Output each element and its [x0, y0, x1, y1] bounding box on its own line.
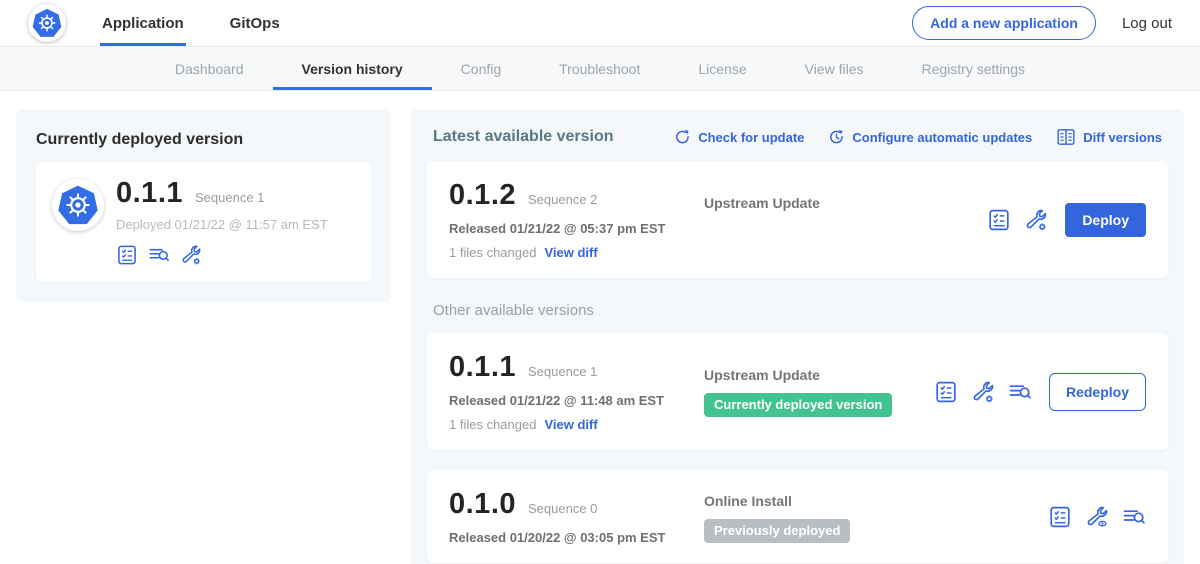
version-history-page: Currently deployed version 0.1.1 Sequenc… — [0, 91, 1200, 564]
version-card-0-1-2: 0.1.2 Sequence 2 Released 01/21/22 @ 05:… — [427, 161, 1168, 278]
subnav-item-version-history[interactable]: Version history — [273, 47, 432, 90]
schedule-update-icon — [828, 129, 845, 146]
app-header: Application GitOps Add a new application… — [0, 0, 1200, 46]
subnav-item-registry-settings[interactable]: Registry settings — [893, 47, 1054, 90]
diff-icon — [1056, 127, 1076, 147]
deployed-sequence-label: Sequence 1 — [195, 190, 264, 205]
sequence-label: Sequence 1 — [528, 364, 597, 379]
deployed-panel-title: Currently deployed version — [36, 131, 371, 149]
released-timestamp: Released 01/20/22 @ 03:05 pm EST — [449, 530, 704, 545]
subnav-item-dashboard[interactable]: Dashboard — [146, 47, 273, 90]
currently-deployed-panel: Currently deployed version 0.1.1 Sequenc… — [16, 109, 391, 302]
edit-config-icon[interactable] — [1024, 208, 1048, 232]
app-kubernetes-logo — [52, 179, 104, 231]
tab-application[interactable]: Application — [100, 0, 186, 46]
deploy-logs-icon[interactable] — [1122, 505, 1146, 529]
tab-gitops[interactable]: GitOps — [228, 0, 282, 46]
version-number: 0.1.1 — [449, 351, 516, 384]
version-source-label: Upstream Update — [704, 367, 934, 383]
view-diff-link[interactable]: View diff — [544, 245, 597, 260]
diff-versions-link[interactable]: Diff versions — [1056, 127, 1162, 147]
deployed-timestamp: Deployed 01/21/22 @ 11:57 am EST — [116, 217, 328, 232]
preflight-checks-icon[interactable] — [116, 244, 138, 266]
other-versions-title: Other available versions — [433, 302, 1162, 319]
edit-config-icon[interactable] — [971, 380, 995, 404]
deployed-version-card: 0.1.1 Sequence 1 Deployed 01/21/22 @ 11:… — [36, 163, 371, 282]
subnav-item-config[interactable]: Config — [432, 47, 530, 90]
check-for-update-label: Check for update — [698, 130, 804, 145]
kubernetes-logo — [28, 4, 66, 42]
preflight-checks-icon[interactable] — [987, 208, 1011, 232]
header-tabs: Application GitOps — [100, 0, 324, 46]
files-changed-label: 1 files changed — [449, 417, 536, 432]
edit-config-icon[interactable] — [180, 244, 202, 266]
app-subnav: Dashboard Version history Config Trouble… — [0, 46, 1200, 91]
add-application-button[interactable]: Add a new application — [912, 6, 1096, 40]
subnav-item-license[interactable]: License — [669, 47, 775, 90]
logout-link[interactable]: Log out — [1122, 15, 1172, 32]
deploy-logs-icon[interactable] — [1008, 380, 1032, 404]
version-card-0-1-0: 0.1.0 Sequence 0 Released 01/20/22 @ 03:… — [427, 470, 1168, 563]
sequence-label: Sequence 2 — [528, 192, 597, 207]
files-changed-label: 1 files changed — [449, 245, 536, 260]
subnav-item-view-files[interactable]: View files — [776, 47, 893, 90]
version-source-label: Upstream Update — [704, 195, 987, 211]
redeploy-button[interactable]: Redeploy — [1049, 373, 1146, 411]
preflight-checks-icon[interactable] — [934, 380, 958, 404]
view-diff-link[interactable]: View diff — [544, 417, 597, 432]
deployed-version-number: 0.1.1 — [116, 177, 183, 210]
deploy-button[interactable]: Deploy — [1065, 203, 1146, 237]
released-timestamp: Released 01/21/22 @ 05:37 pm EST — [449, 221, 704, 236]
version-card-0-1-1: 0.1.1 Sequence 1 Released 01/21/22 @ 11:… — [427, 333, 1168, 450]
view-config-icon[interactable] — [1085, 505, 1109, 529]
header-actions: Add a new application Log out — [912, 6, 1172, 40]
preflight-checks-icon[interactable] — [1048, 505, 1072, 529]
previously-deployed-badge: Previously deployed — [704, 519, 850, 543]
latest-version-title: Latest available version — [433, 128, 614, 146]
check-for-update-link[interactable]: Check for update — [674, 129, 804, 146]
available-versions-panel: Latest available version Check for updat… — [411, 109, 1184, 564]
sequence-label: Sequence 0 — [528, 501, 597, 516]
released-timestamp: Released 01/21/22 @ 11:48 am EST — [449, 393, 704, 408]
version-source-label: Online Install — [704, 493, 1048, 509]
refresh-icon — [674, 129, 691, 146]
deploy-logs-icon[interactable] — [148, 244, 170, 266]
currently-deployed-badge: Currently deployed version — [704, 393, 892, 417]
configure-automatic-updates-label: Configure automatic updates — [852, 130, 1032, 145]
version-number: 0.1.0 — [449, 488, 516, 521]
configure-automatic-updates-link[interactable]: Configure automatic updates — [828, 129, 1032, 146]
subnav-item-troubleshoot[interactable]: Troubleshoot — [530, 47, 669, 90]
version-number: 0.1.2 — [449, 179, 516, 212]
diff-versions-label: Diff versions — [1083, 130, 1162, 145]
